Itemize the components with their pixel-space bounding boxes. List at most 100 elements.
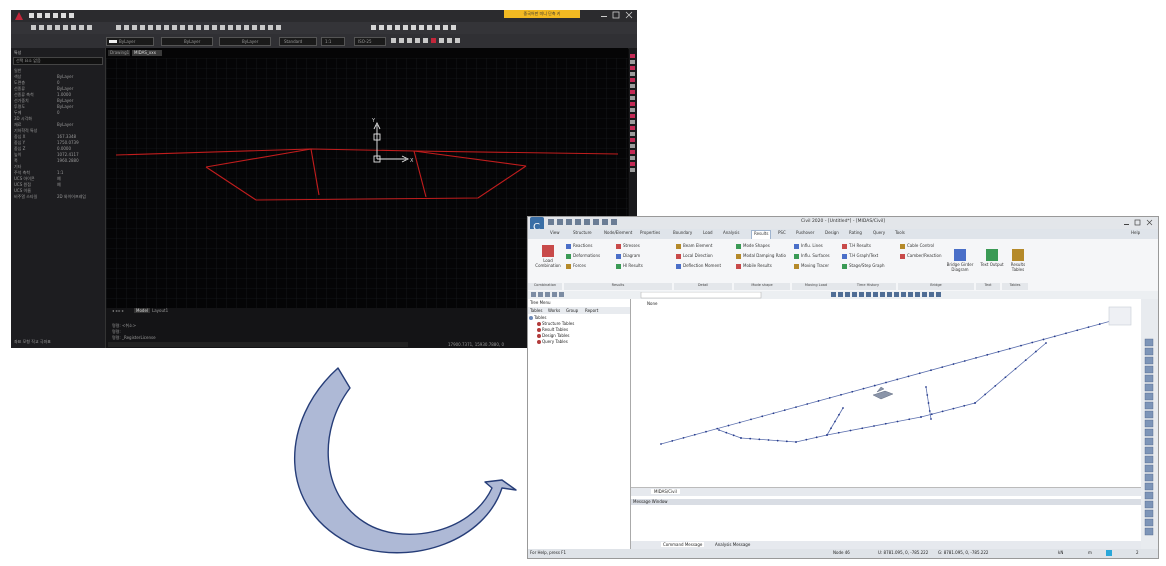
tab-rating[interactable]: Rating [849,230,862,239]
status-page[interactable]: 2 [1136,550,1139,555]
view-tool-icon [1144,491,1154,500]
selection-dropdown[interactable]: 선택 요소 없음 [13,57,103,65]
ribbon-button[interactable]: Mobile Results [743,263,772,268]
ribbon-button[interactable]: Cable Control [907,243,934,248]
tab-analysis[interactable]: Analysis [723,230,739,239]
property-value[interactable]: ByLayer [57,86,73,91]
ribbon-button[interactable]: Results Tables [1004,262,1032,272]
tree-item[interactable]: Tables [534,315,546,320]
style-dropdown[interactable]: Standard [279,37,317,46]
status-unit[interactable]: kN [1058,550,1063,555]
ribbon-button[interactable]: Stage/Step Graph [849,263,885,268]
ribbon-button[interactable]: Deflection Moment [683,263,721,268]
tab-load[interactable]: Load [703,230,713,239]
scale-dropdown[interactable]: 1:1 [321,37,345,46]
message-tab[interactable]: Analysis Message [715,542,750,547]
view-tool-icon [1144,455,1154,464]
property-value[interactable]: 예 [57,182,61,188]
message-tab[interactable]: Command Message [661,542,705,547]
property-value[interactable]: 1:1 [57,170,63,175]
ribbon-button-icon [616,264,621,269]
ribbon-button[interactable]: Hl Results [623,263,643,268]
tree-tab-works[interactable]: Works [548,308,560,313]
status-unit2[interactable]: m [1088,550,1092,555]
ribbon-group-label: Text [976,283,1000,290]
help-button[interactable]: Help [1131,230,1140,239]
window-controls[interactable] [599,11,635,20]
node-point [805,438,808,441]
node-point [1020,344,1022,347]
property-value[interactable]: 1.0000 [57,92,71,97]
property-value[interactable]: 167.3348 [57,134,76,139]
tab-psc[interactable]: PSC [778,230,786,239]
model-tab[interactable]: MIDAS/Civil [651,489,680,494]
property-value[interactable]: 0 [57,80,60,85]
model-tab[interactable]: Model [134,308,151,313]
tree-item[interactable]: Design Tables [542,333,570,338]
ribbon-button[interactable]: T.H Results [849,243,871,248]
node-point [952,363,955,365]
command-input[interactable] [108,342,408,347]
tree-tab-group[interactable]: Group [566,308,578,313]
tool-icon [630,120,635,124]
tab-pushover[interactable]: Pushover [796,230,814,239]
view-toolbar [1141,299,1158,549]
ribbon-button[interactable]: Deformations [573,253,600,258]
cad-title-banner[interactable]: 중국어판 미니 단축 키 [504,10,580,18]
property-value[interactable]: ByLayer [57,122,73,127]
view-tool-icon [1144,437,1154,446]
ribbon-button[interactable]: Influ. Lines [801,243,823,248]
ribbon-button[interactable]: Camber/Reaction [907,253,942,258]
tab-boundary[interactable]: Boundary [673,230,692,239]
tree-tab-tables[interactable]: Tables [530,308,542,313]
ribbon-button[interactable]: Local Direction [683,253,713,258]
dim-dropdown[interactable]: ISO-25 [354,37,386,46]
tab-properties[interactable]: Properties [640,230,660,239]
ribbon-button[interactable]: Bridge Girder Diagram [946,262,974,272]
ribbon-button[interactable]: Load Combination [534,258,562,268]
linetype-dropdown[interactable]: ByLayer [161,37,213,46]
ribbon-button[interactable]: Modal Damping Ratio [743,253,786,258]
property-value[interactable]: 1960.2880 [57,158,79,163]
app-logo-icon[interactable] [14,11,24,21]
color-dropdown[interactable]: ByLayer [106,37,154,46]
property-value[interactable]: 1072.4117 [57,152,79,157]
property-value[interactable]: 2D 와이어프레임 [57,194,86,200]
property-value[interactable]: 0.0000 [57,146,71,151]
property-value[interactable]: ByLayer [57,74,73,79]
ribbon-button[interactable]: Reactions [573,243,592,248]
tree-item[interactable]: Result Tables [542,327,568,332]
ribbon-button[interactable]: Text Output [978,262,1006,268]
tab-tools[interactable]: Tools [895,230,905,239]
property-value[interactable]: ByLayer [57,98,73,103]
ribbon-button[interactable]: T.H Graph/Text [849,253,878,258]
tab-node-element[interactable]: Node/Element [604,230,632,239]
ribbon-button[interactable]: Diagram [623,253,640,258]
ribbon-button[interactable]: Stresses [623,243,640,248]
ribbon-button[interactable]: Influ. Surfaces [801,253,830,258]
minimize-icon [1124,224,1129,225]
property-value[interactable]: 0 [57,110,60,115]
ribbon-button[interactable]: Mode Shapes [743,243,770,248]
tab-design[interactable]: Design [825,230,839,239]
properties-panel: 특성 선택 요소 없음 일반 색상 ByLayer 도면층 0 선종류 ByLayer 선종류… [11,48,106,348]
model-view[interactable]: None [631,299,1141,487]
property-value[interactable]: ByLayer [57,104,73,109]
tab-query[interactable]: Query [873,230,885,239]
ribbon-button[interactable]: Forces [573,263,586,268]
tree-tab-report[interactable]: Report [585,308,598,313]
ribbon-button[interactable]: Moving Tracer [801,263,829,268]
civil-window-controls[interactable] [1122,219,1156,227]
layout-tab[interactable]: Layout1 [152,308,168,313]
ribbon-button[interactable]: Beam Element [683,243,712,248]
property-value[interactable]: 1750.0739 [57,140,79,145]
lineweight-dropdown[interactable]: ByLayer [219,37,271,46]
tab-view[interactable]: View [550,230,560,239]
quick-access-icons[interactable] [29,12,89,20]
tree-item[interactable]: Structure Tables [542,321,574,326]
status-toggles[interactable]: 좌표 모형 직교 극좌표 [14,339,51,345]
tab-structure[interactable]: Structure [573,230,592,239]
tree-item[interactable]: Query Tables [542,339,568,344]
node-point [974,402,976,404]
ribbon-button-icon [736,264,741,269]
